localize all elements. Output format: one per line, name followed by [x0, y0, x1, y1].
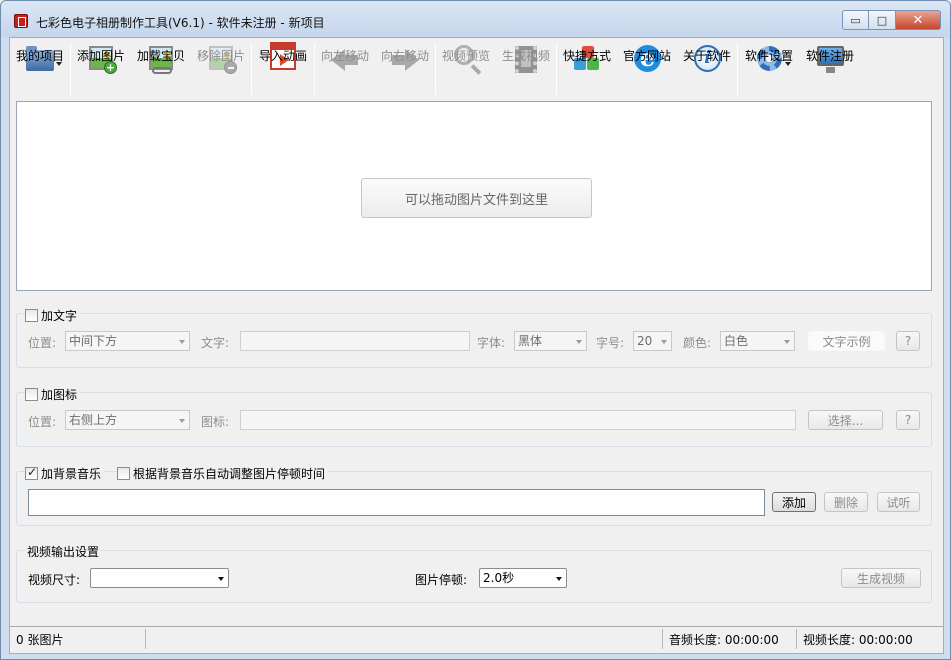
bg-music-checkbox-label: 加背景音乐 — [41, 467, 102, 481]
image-count-status: 0 张图片 — [16, 633, 64, 647]
text-position-label: 位置: — [28, 336, 57, 350]
text-position-select[interactable]: 中间下方 — [65, 331, 190, 351]
auto-adjust-checkbox-box[interactable] — [117, 467, 130, 480]
close-button[interactable]: ✕ — [896, 10, 941, 30]
app-window: 七彩色电子相册制作工具(V6.1) - 软件未注册 - 新项目 ▭ □ ✕ 我的… — [0, 0, 951, 660]
logo-position-label: 位置: — [28, 415, 57, 429]
preview-video-label: 视频预览 — [441, 49, 490, 63]
official-site-label: 官方网站 — [622, 49, 671, 63]
video-output-title: 视频输出设置 — [25, 543, 102, 560]
minimize-button[interactable]: ▭ — [842, 10, 869, 30]
add-image-button[interactable]: + 添加图片 — [71, 38, 131, 100]
chevron-down-icon — [556, 577, 562, 581]
color-select[interactable]: 白色 — [720, 331, 795, 351]
register-button[interactable]: 软件注册 — [800, 38, 860, 100]
register-label: 软件注册 — [805, 49, 854, 63]
image-drop-area[interactable]: 可以拖动图片文件到这里 — [16, 101, 932, 291]
bg-music-checkbox[interactable]: 加背景音乐 — [25, 465, 105, 482]
move-right-label: 向右移动 — [380, 49, 429, 63]
official-site-button[interactable]: e 官方网站 — [617, 38, 677, 100]
about-button[interactable]: i 关于软件 — [677, 38, 737, 100]
preview-video-button[interactable]: 视频预览 — [436, 38, 496, 100]
logo-path-input[interactable] — [240, 410, 796, 430]
shortcut-button[interactable]: 快捷方式 — [557, 38, 617, 100]
choose-logo-button[interactable]: 选择... — [808, 410, 883, 430]
move-left-button[interactable]: 向左移动 — [315, 38, 375, 100]
remove-image-label: 移除图片 — [196, 49, 245, 63]
font-size-label: 字号: — [596, 336, 625, 350]
import-animation-label: 导入动画 — [258, 49, 307, 63]
app-logo-icon — [14, 14, 28, 28]
chevron-down-icon — [179, 340, 185, 344]
my-project-label: 我的项目 — [15, 49, 64, 63]
window-title: 七彩色电子相册制作工具(V6.1) - 软件未注册 - 新项目 — [36, 16, 325, 30]
add-logo-checkbox-box[interactable] — [25, 388, 38, 401]
status-divider — [662, 629, 663, 649]
add-text-checkbox[interactable]: 加文字 — [25, 307, 81, 324]
settings-label: 软件设置 — [744, 49, 793, 63]
video-length-status: 视频长度: 00:00:00 — [803, 633, 913, 647]
generate-video-button[interactable]: 生成视频 — [841, 568, 921, 588]
window-controls: ▭ □ ✕ — [842, 10, 941, 30]
text-content-input[interactable] — [240, 331, 470, 351]
drop-hint-button[interactable]: 可以拖动图片文件到这里 — [361, 178, 592, 218]
logo-icon-label: 图标: — [201, 415, 230, 429]
load-treasure-button[interactable]: 加载宝贝 — [131, 38, 191, 100]
move-right-button[interactable]: 向右移动 — [375, 38, 435, 100]
chevron-down-icon — [661, 340, 667, 344]
text-content-label: 文字: — [201, 336, 230, 350]
audio-length-status: 音频长度: 00:00:00 — [669, 633, 779, 647]
logo-position-select[interactable]: 右侧上方 — [65, 410, 190, 430]
font-select[interactable]: 黑体 — [514, 331, 587, 351]
status-divider — [145, 629, 146, 649]
status-bar: 0 张图片 音频长度: 00:00:00 视频长度: 00:00:00 — [10, 626, 943, 653]
about-label: 关于软件 — [682, 49, 731, 63]
add-logo-checkbox-label: 加图标 — [41, 388, 78, 402]
my-project-button[interactable]: 我的项目 — [10, 38, 70, 100]
toolbar: 我的项目 + 添加图片 加载宝贝 移除图片 导入动画 向左移动 向右移动 视频预… — [10, 38, 943, 100]
text-help-button[interactable]: ? — [896, 331, 920, 351]
chevron-down-icon — [576, 340, 582, 344]
video-size-select[interactable] — [90, 568, 229, 588]
client-area: 我的项目 + 添加图片 加载宝贝 移除图片 导入动画 向左移动 向右移动 视频预… — [9, 37, 944, 654]
settings-button[interactable]: 软件设置 — [738, 38, 800, 100]
generate-video-label: 生成视频 — [501, 49, 550, 63]
maximize-button[interactable]: □ — [869, 10, 896, 30]
listen-music-button[interactable]: 试听 — [877, 492, 920, 512]
title-bar[interactable]: 七彩色电子相册制作工具(V6.1) - 软件未注册 - 新项目 ▭ □ ✕ — [1, 1, 950, 37]
auto-adjust-checkbox-label: 根据背景音乐自动调整图片停顿时间 — [133, 467, 326, 481]
image-pause-select[interactable]: 2.0秒 — [479, 568, 567, 588]
move-left-label: 向左移动 — [320, 49, 369, 63]
add-text-checkbox-box[interactable] — [25, 309, 38, 322]
color-label: 颜色: — [683, 336, 712, 350]
add-image-label: 添加图片 — [76, 49, 125, 63]
music-file-input[interactable] — [28, 489, 765, 516]
generate-video-toolbar-button[interactable]: 生成视频 — [496, 38, 556, 100]
chevron-down-icon — [179, 419, 185, 423]
video-size-label: 视频尺寸: — [28, 573, 81, 587]
bg-music-checkbox-box[interactable] — [25, 465, 38, 480]
status-divider — [796, 629, 797, 649]
add-music-button[interactable]: 添加 — [772, 492, 816, 512]
font-size-select[interactable]: 20 — [633, 331, 672, 351]
text-sample-button[interactable]: 文字示例 — [808, 331, 885, 351]
remove-image-button[interactable]: 移除图片 — [191, 38, 251, 100]
delete-music-button[interactable]: 删除 — [824, 492, 868, 512]
add-logo-checkbox[interactable]: 加图标 — [25, 386, 81, 403]
load-treasure-label: 加载宝贝 — [136, 49, 185, 63]
shortcut-label: 快捷方式 — [562, 49, 611, 63]
font-label: 字体: — [477, 336, 506, 350]
chevron-down-icon — [784, 340, 790, 344]
image-pause-label: 图片停顿: — [415, 573, 468, 587]
logo-help-button[interactable]: ? — [896, 410, 920, 430]
chevron-down-icon — [218, 577, 224, 581]
import-animation-button[interactable]: 导入动画 — [252, 38, 314, 100]
add-text-checkbox-label: 加文字 — [41, 309, 78, 323]
auto-adjust-checkbox[interactable]: 根据背景音乐自动调整图片停顿时间 — [117, 465, 329, 482]
